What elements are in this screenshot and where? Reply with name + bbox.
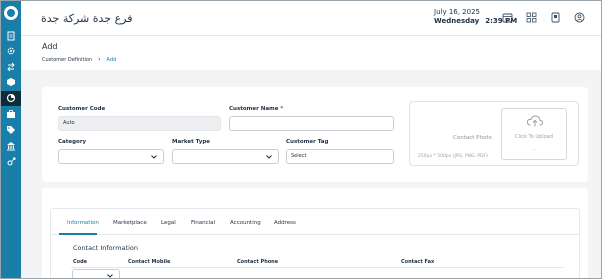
- chevron-down-icon: [150, 153, 158, 161]
- book-icon[interactable]: [550, 12, 561, 23]
- current-date: July 16, 2025: [434, 8, 480, 16]
- cloud-upload-icon: [526, 114, 544, 128]
- box-icon[interactable]: [6, 77, 16, 87]
- table-header-divider: [71, 267, 563, 268]
- tab-accounting[interactable]: Accounting: [230, 220, 261, 226]
- tab-bar: Information Marketplace Legal Financial …: [51, 209, 579, 235]
- market-type-select[interactable]: [172, 149, 279, 164]
- contact-photo-title: Contact Photo: [453, 135, 492, 141]
- details-card: Information Marketplace Legal Financial …: [42, 188, 588, 278]
- required-mark: *: [280, 106, 284, 112]
- bank-icon[interactable]: [6, 141, 16, 151]
- app-window: فرع جدة شركة جدة July 16, 2025 Wednesday…: [0, 0, 602, 279]
- market-type-label: Market Type: [172, 139, 211, 145]
- pie-chart-icon[interactable]: [6, 93, 16, 103]
- active-tab-indicator: [59, 233, 97, 235]
- upload-dropzone[interactable]: Click To Upload -: [501, 108, 567, 160]
- code-select[interactable]: [72, 269, 120, 278]
- customer-tag-select[interactable]: Select: [286, 149, 394, 164]
- page-header: Add Customer Definition › Add: [21, 36, 601, 70]
- column-header-contact-fax: Contact Fax: [401, 259, 435, 265]
- transfer-icon[interactable]: [6, 62, 16, 72]
- column-header-code: Code: [73, 259, 88, 265]
- customer-code-label: Customer Code: [58, 106, 106, 112]
- customer-name-label: Customer Name *: [229, 106, 283, 112]
- contact-information-title: Contact Information: [73, 244, 138, 252]
- customer-form-card: Customer Code Auto Customer Name * Categ…: [42, 87, 588, 182]
- breadcrumb-customer-definition[interactable]: Customer Definition: [42, 57, 92, 63]
- gear-icon[interactable]: [6, 46, 16, 56]
- current-day: Wednesday: [434, 17, 480, 25]
- tab-financial[interactable]: Financial: [191, 220, 215, 226]
- contact-photo-hint: 250px * 500px (JPG, PNG, PDF): [418, 154, 488, 159]
- contact-photo-panel: Contact Photo 250px * 500px (JPG, PNG, P…: [409, 101, 579, 166]
- chevron-down-icon: [265, 153, 273, 161]
- chevron-down-icon: [106, 272, 114, 278]
- logo-icon[interactable]: [4, 6, 18, 20]
- upload-mark: -: [533, 147, 535, 153]
- tab-marketplace[interactable]: Marketplace: [113, 220, 147, 226]
- tab-legal[interactable]: Legal: [161, 220, 176, 226]
- upload-label: Click To Upload: [515, 134, 553, 140]
- sidebar: [1, 1, 21, 278]
- branch-name[interactable]: فرع جدة شركة جدة: [41, 12, 132, 25]
- details-panel: Information Marketplace Legal Financial …: [50, 208, 580, 278]
- chevron-right-icon: ›: [98, 56, 101, 63]
- customer-name-label-text: Customer Name: [229, 106, 279, 112]
- customer-name-field[interactable]: [229, 116, 394, 131]
- briefcase-icon[interactable]: [6, 109, 16, 119]
- breadcrumb-add: Add: [106, 56, 117, 63]
- settings-arrows-icon[interactable]: [6, 157, 16, 167]
- tab-information[interactable]: Information: [67, 220, 99, 226]
- grid-apps-icon[interactable]: [526, 12, 537, 23]
- top-header: فرع جدة شركة جدة July 16, 2025 Wednesday…: [21, 1, 601, 36]
- category-select[interactable]: [58, 149, 164, 164]
- page-title: Add: [42, 42, 58, 51]
- category-label: Category: [58, 139, 87, 145]
- document-icon[interactable]: [6, 31, 16, 41]
- user-icon[interactable]: [574, 12, 585, 23]
- breadcrumb: Customer Definition › Add: [42, 56, 116, 63]
- customer-code-field: Auto: [58, 116, 221, 131]
- tab-address[interactable]: Address: [274, 220, 296, 226]
- column-header-contact-phone: Contact Phone: [237, 259, 279, 265]
- tag-icon[interactable]: [6, 125, 16, 135]
- customer-tag-label: Customer Tag: [286, 139, 329, 145]
- calendar-icon[interactable]: [502, 12, 513, 23]
- column-header-contact-mobile: Contact Mobile: [128, 259, 171, 265]
